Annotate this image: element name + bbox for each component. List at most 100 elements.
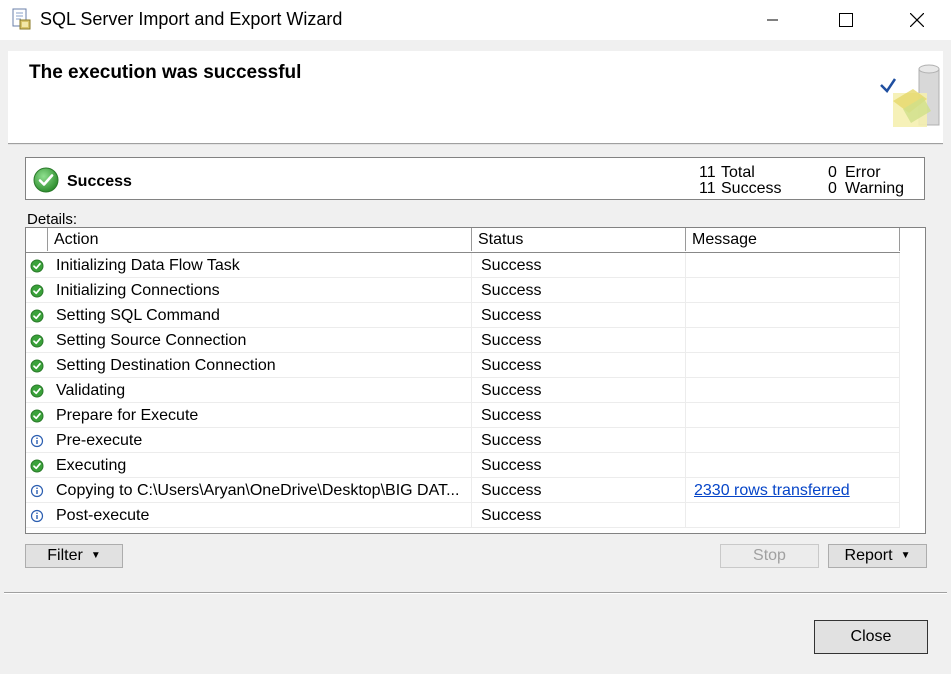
table-row[interactable]: Setting SQL Command Success	[26, 303, 900, 328]
wizard-graphic-icon	[879, 61, 943, 129]
maximize-icon	[839, 13, 853, 27]
row-status: Success	[472, 428, 686, 453]
row-action: Executing	[48, 453, 472, 478]
success-icon	[26, 378, 48, 403]
table-row[interactable]: Prepare for Execute Success	[26, 403, 900, 428]
success-icon	[26, 403, 48, 428]
row-action: Pre-execute	[48, 428, 472, 453]
row-message	[686, 403, 900, 428]
table-row[interactable]: Validating Success	[26, 378, 900, 403]
stop-button-label: Stop	[753, 547, 786, 564]
wizard-header: The execution was successful	[8, 51, 943, 144]
success-icon	[26, 303, 48, 328]
report-button[interactable]: Report ▼	[828, 544, 927, 568]
success-icon	[26, 453, 48, 478]
error-count: 0	[828, 164, 837, 181]
minimize-icon	[767, 19, 778, 21]
chevron-down-icon: ▼	[900, 550, 911, 561]
filter-button-label: Filter	[47, 547, 83, 565]
success-large-icon	[33, 167, 59, 198]
row-action: Setting SQL Command	[48, 303, 472, 328]
table-row[interactable]: Setting Source Connection Success	[26, 328, 900, 353]
table-row[interactable]: Post-execute Success	[26, 503, 900, 528]
close-icon	[910, 13, 924, 27]
details-grid[interactable]: Action Status Message Initializing Data …	[25, 227, 926, 534]
title-bar: SQL Server Import and Export Wizard	[0, 0, 951, 40]
success-count: 11	[699, 180, 716, 197]
row-action: Initializing Data Flow Task	[48, 253, 472, 278]
row-message	[686, 303, 900, 328]
window-title: SQL Server Import and Export Wizard	[40, 9, 343, 29]
minimize-button[interactable]	[750, 0, 796, 40]
success-icon	[26, 353, 48, 378]
row-message	[686, 278, 900, 303]
row-message	[686, 453, 900, 478]
row-action: Post-execute	[48, 503, 472, 528]
info-icon	[26, 503, 48, 528]
row-status: Success	[472, 503, 686, 528]
row-message	[686, 328, 900, 353]
success-icon	[26, 278, 48, 303]
footer-divider-highlight	[4, 593, 947, 594]
row-message	[686, 378, 900, 403]
total-label: Total	[721, 164, 755, 181]
row-message	[686, 428, 900, 453]
info-icon	[26, 478, 48, 503]
row-status: Success	[472, 478, 686, 503]
row-status: Success	[472, 378, 686, 403]
row-action: Setting Source Connection	[48, 328, 472, 353]
column-header-status[interactable]: Status	[472, 228, 686, 251]
rows-transferred-link[interactable]: 2330 rows transferred	[694, 482, 850, 499]
filter-button[interactable]: Filter ▼	[25, 544, 123, 568]
row-message	[686, 253, 900, 278]
success-label: Success	[721, 180, 782, 197]
success-icon	[26, 253, 48, 278]
row-message: 2330 rows transferred	[686, 478, 900, 503]
row-action: Setting Destination Connection	[48, 353, 472, 378]
warning-label: Warning	[845, 180, 904, 197]
report-button-label: Report	[844, 547, 893, 565]
row-status: Success	[472, 253, 686, 278]
details-label: Details:	[27, 211, 78, 228]
chevron-down-icon: ▼	[90, 550, 101, 561]
column-header-message[interactable]: Message	[686, 228, 900, 251]
table-row[interactable]: Setting Destination Connection Success	[26, 353, 900, 378]
row-status: Success	[472, 328, 686, 353]
header-divider	[8, 144, 943, 145]
wizard-app-icon	[11, 8, 31, 30]
row-status: Success	[472, 303, 686, 328]
success-icon	[26, 328, 48, 353]
row-action: Initializing Connections	[48, 278, 472, 303]
counts-left: 11 Total 11 Success	[699, 165, 781, 197]
row-action: Prepare for Execute	[48, 403, 472, 428]
row-action: Copying to C:\Users\Aryan\OneDrive\Deskt…	[48, 478, 472, 503]
execution-summary: Success 11 Total 11 Success 0 Error 0 Warnin…	[25, 157, 925, 200]
warning-count: 0	[828, 180, 837, 197]
close-button-label: Close	[850, 628, 892, 645]
error-label: Error	[845, 164, 881, 181]
row-action: Validating	[48, 378, 472, 403]
column-header-action[interactable]: Action	[48, 228, 472, 251]
table-row[interactable]: Initializing Connections Success	[26, 278, 900, 303]
row-status: Success	[472, 453, 686, 478]
close-window-button[interactable]	[894, 0, 940, 40]
table-row[interactable]: Copying to C:\Users\Aryan\OneDrive\Deskt…	[26, 478, 900, 503]
row-message	[686, 503, 900, 528]
row-message	[686, 353, 900, 378]
row-status: Success	[472, 278, 686, 303]
stop-button[interactable]: Stop	[720, 544, 819, 568]
grid-rows: Initializing Data Flow Task Success Initia…	[26, 253, 900, 528]
summary-status: Success	[67, 173, 132, 190]
close-button[interactable]: Close	[814, 620, 928, 654]
grid-header: Action Status Message	[26, 228, 900, 253]
table-row[interactable]: Executing Success	[26, 453, 900, 478]
maximize-button[interactable]	[823, 0, 869, 40]
row-status: Success	[472, 353, 686, 378]
row-status: Success	[472, 403, 686, 428]
counts-right: 0 Error 0 Warning	[828, 165, 904, 197]
table-row[interactable]: Initializing Data Flow Task Success	[26, 253, 900, 278]
info-icon	[26, 428, 48, 453]
total-count: 11	[699, 164, 716, 181]
table-row[interactable]: Pre-execute Success	[26, 428, 900, 453]
page-title: The execution was successful	[29, 62, 302, 83]
